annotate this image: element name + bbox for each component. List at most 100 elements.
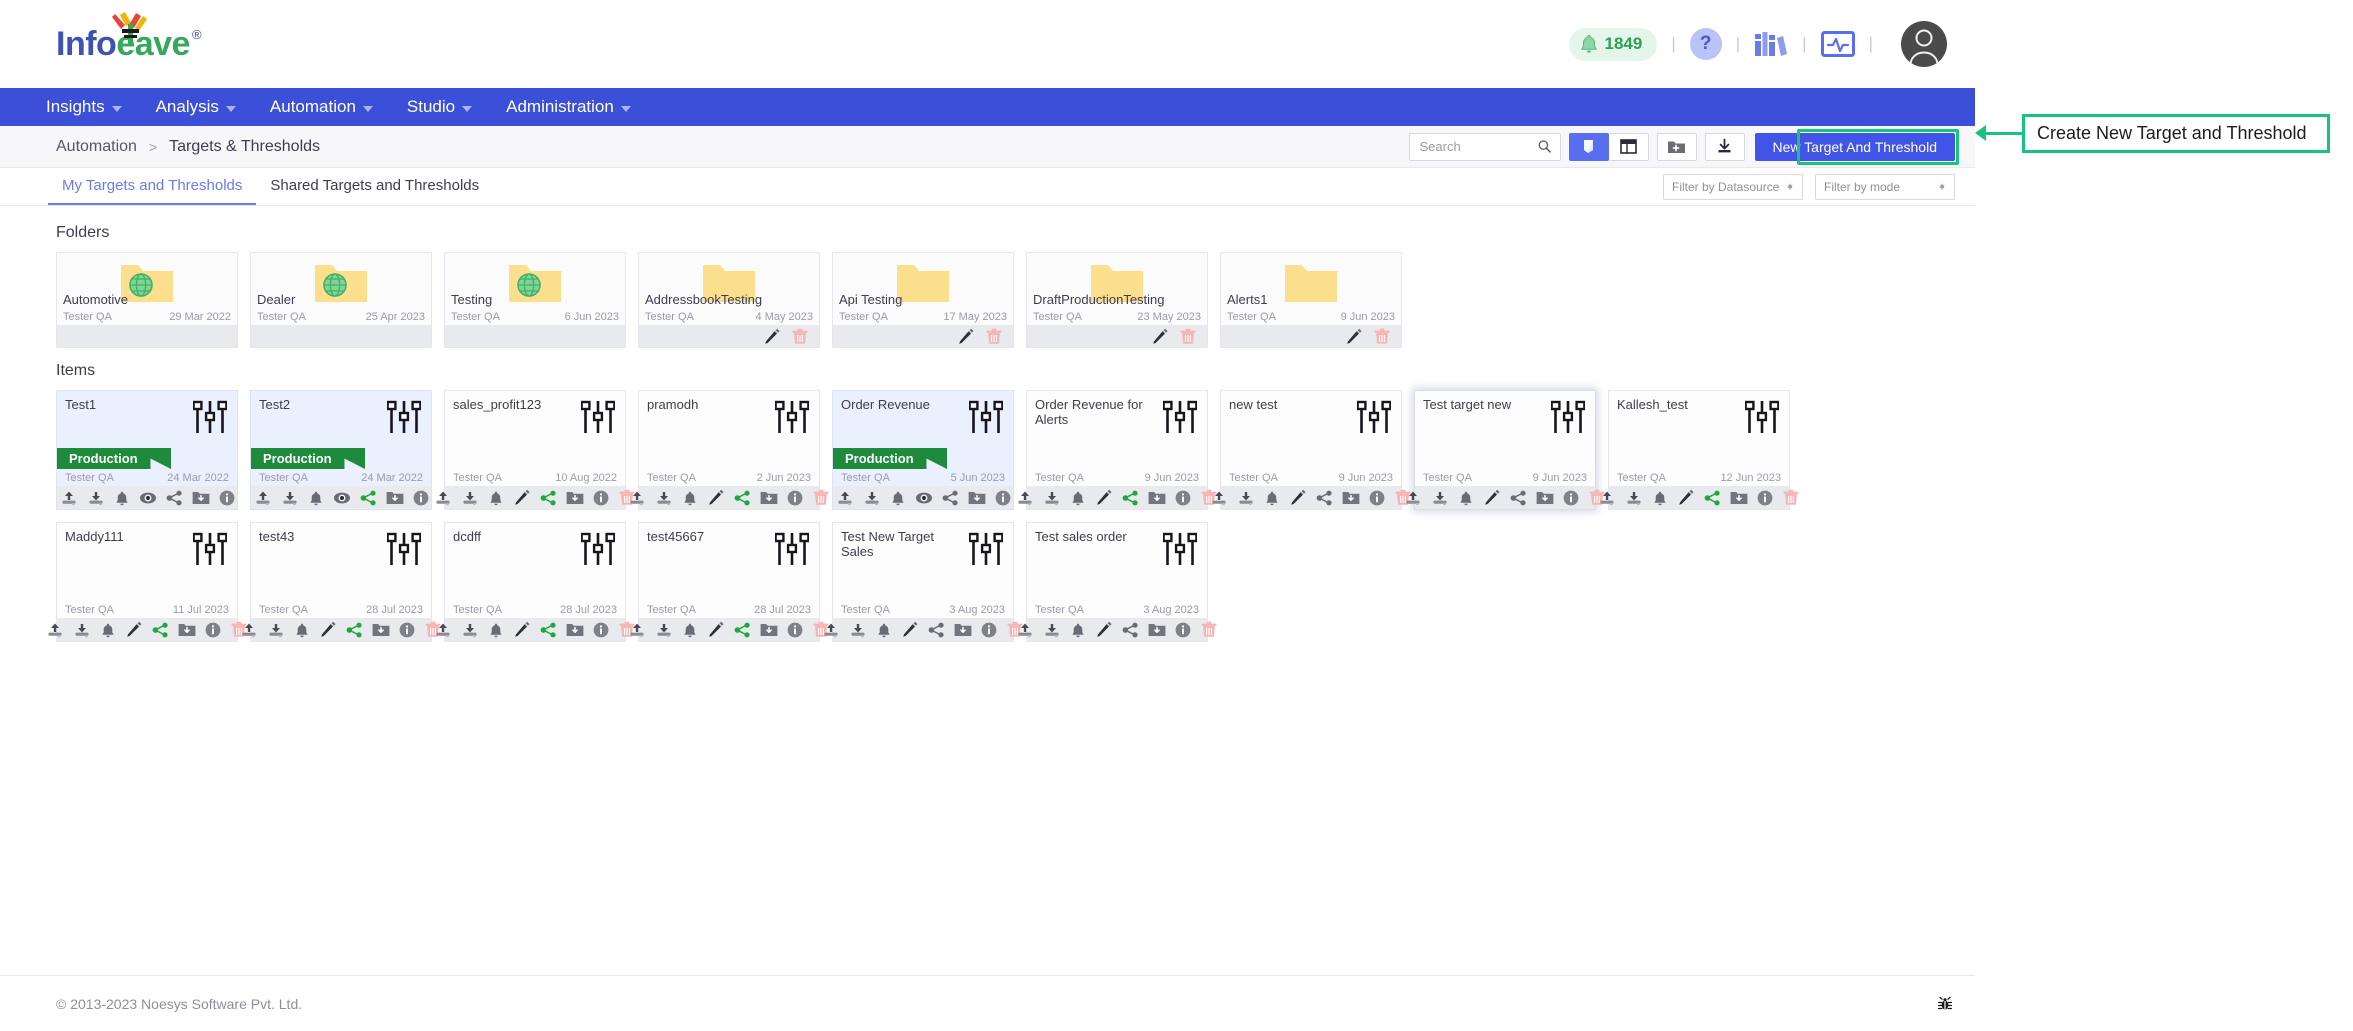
edit-pencil-icon[interactable]: [763, 328, 781, 345]
upload-icon[interactable]: [628, 489, 646, 506]
folder-card[interactable]: Dealer Tester QA 25 Apr 2023: [250, 252, 432, 348]
download-icon[interactable]: [87, 489, 105, 506]
share-icon-active[interactable]: [540, 490, 557, 506]
share-icon-active[interactable]: [1122, 490, 1139, 506]
info-icon[interactable]: [219, 490, 235, 506]
edit-pencil-icon[interactable]: [513, 489, 531, 506]
delete-icon[interactable]: [812, 489, 830, 506]
upload-icon[interactable]: [240, 621, 258, 638]
info-icon[interactable]: [399, 622, 415, 638]
download-icon[interactable]: [1237, 489, 1255, 506]
search-box[interactable]: [1408, 132, 1561, 161]
move-to-folder-icon[interactable]: [178, 622, 196, 638]
bell-icon[interactable]: [488, 622, 504, 638]
list-view-button[interactable]: [1608, 132, 1649, 161]
item-card[interactable]: test45667 Tester QA 28 Jul 2023: [630, 522, 829, 642]
delete-icon[interactable]: [791, 328, 809, 345]
delete-icon[interactable]: [1200, 621, 1218, 638]
new-target-threshold-button[interactable]: New Target And Threshold: [1754, 132, 1955, 161]
new-folder-button[interactable]: [1656, 132, 1697, 161]
share-icon-inactive[interactable]: [1122, 622, 1139, 638]
upload-icon[interactable]: [1404, 489, 1422, 506]
edit-pencil-icon[interactable]: [1483, 489, 1501, 506]
info-icon[interactable]: [1369, 490, 1385, 506]
help-button[interactable]: ?: [1689, 28, 1722, 60]
move-to-folder-icon[interactable]: [760, 622, 778, 638]
download-icon[interactable]: [461, 621, 479, 638]
eye-icon[interactable]: [333, 490, 351, 506]
info-icon[interactable]: [787, 622, 803, 638]
bell-icon[interactable]: [308, 490, 324, 506]
library-icon[interactable]: [1754, 29, 1788, 59]
edit-pencil-icon[interactable]: [1095, 621, 1113, 638]
item-card[interactable]: Test target new Tester QA 9 Jun 2023: [1406, 390, 1605, 510]
share-icon-inactive[interactable]: [1316, 490, 1333, 506]
share-icon-inactive[interactable]: [928, 622, 945, 638]
bell-icon[interactable]: [1070, 622, 1086, 638]
move-to-folder-icon[interactable]: [372, 622, 390, 638]
bell-icon[interactable]: [890, 490, 906, 506]
bell-icon[interactable]: [488, 490, 504, 506]
move-to-folder-icon[interactable]: [1536, 490, 1554, 506]
move-to-folder-icon[interactable]: [386, 490, 404, 506]
download-icon[interactable]: [461, 489, 479, 506]
move-to-folder-icon[interactable]: [566, 490, 584, 506]
share-icon-active[interactable]: [346, 622, 363, 638]
edit-pencil-icon[interactable]: [957, 328, 975, 345]
download-icon[interactable]: [267, 621, 285, 638]
bell-icon[interactable]: [100, 622, 116, 638]
breadcrumb-parent[interactable]: Automation: [56, 138, 137, 156]
share-icon-active[interactable]: [360, 490, 377, 506]
filter-by-datasource-select[interactable]: Filter by Datasource ▲ ▼: [1663, 173, 1803, 200]
nav-item-studio[interactable]: Studio: [390, 88, 489, 126]
move-to-folder-icon[interactable]: [566, 622, 584, 638]
info-icon[interactable]: [995, 490, 1011, 506]
upload-icon[interactable]: [628, 621, 646, 638]
edit-pencil-icon[interactable]: [1677, 489, 1695, 506]
share-icon-active[interactable]: [1704, 490, 1721, 506]
item-card[interactable]: Test sales order Tester QA 3 Aug 2023: [1018, 522, 1217, 642]
delete-icon[interactable]: [1373, 328, 1391, 345]
item-card[interactable]: Kallesh_test Tester QA 12 Jun 2023: [1600, 390, 1799, 510]
folder-card[interactable]: Alerts1 Tester QA 9 Jun 2023: [1220, 252, 1402, 348]
download-icon[interactable]: [1043, 621, 1061, 638]
share-icon-inactive[interactable]: [942, 490, 959, 506]
delete-icon[interactable]: [985, 328, 1003, 345]
move-to-folder-icon[interactable]: [1730, 490, 1748, 506]
info-icon[interactable]: [205, 622, 221, 638]
eye-icon[interactable]: [139, 490, 157, 506]
info-icon[interactable]: [413, 490, 429, 506]
item-card[interactable]: dcdff Tester QA 28 Jul 2023: [436, 522, 635, 642]
edit-pencil-icon[interactable]: [125, 621, 143, 638]
bell-icon[interactable]: [1458, 490, 1474, 506]
upload-icon[interactable]: [60, 489, 78, 506]
search-input[interactable]: [1417, 138, 1539, 155]
download-icon[interactable]: [281, 489, 299, 506]
download-icon[interactable]: [655, 621, 673, 638]
upload-icon[interactable]: [1210, 489, 1228, 506]
share-icon-inactive[interactable]: [166, 490, 183, 506]
download-icon[interactable]: [1431, 489, 1449, 506]
tab-shared-targets[interactable]: Shared Targets and Thresholds: [256, 168, 493, 205]
edit-pencil-icon[interactable]: [1289, 489, 1307, 506]
move-to-folder-icon[interactable]: [954, 622, 972, 638]
bell-icon[interactable]: [682, 490, 698, 506]
edit-pencil-icon[interactable]: [707, 489, 725, 506]
info-icon[interactable]: [981, 622, 997, 638]
edit-pencil-icon[interactable]: [513, 621, 531, 638]
upload-icon[interactable]: [1598, 489, 1616, 506]
info-icon[interactable]: [1757, 490, 1773, 506]
download-icon[interactable]: [1625, 489, 1643, 506]
monitor-icon[interactable]: [1820, 30, 1855, 58]
move-to-folder-icon[interactable]: [760, 490, 778, 506]
edit-pencil-icon[interactable]: [1345, 328, 1363, 345]
upload-icon[interactable]: [46, 621, 64, 638]
info-icon[interactable]: [593, 490, 609, 506]
nav-item-insights[interactable]: Insights: [46, 88, 139, 126]
upload-icon[interactable]: [822, 621, 840, 638]
delete-icon[interactable]: [1179, 328, 1197, 345]
info-icon[interactable]: [1175, 490, 1191, 506]
download-icon[interactable]: [655, 489, 673, 506]
share-icon-active[interactable]: [152, 622, 169, 638]
edit-pencil-icon[interactable]: [1151, 328, 1169, 345]
